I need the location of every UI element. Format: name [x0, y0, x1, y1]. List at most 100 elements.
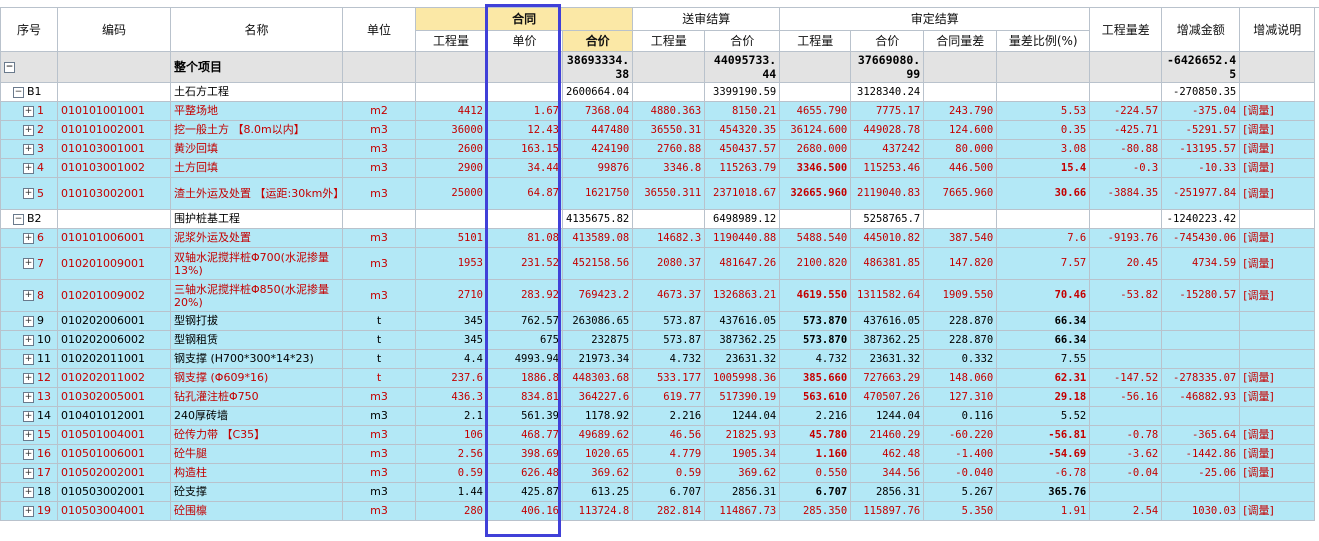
- cell-amount[interactable]: -46882.93: [1161, 387, 1241, 407]
- cell-ctotal[interactable]: 4135675.82: [561, 209, 634, 229]
- col-seq-header[interactable]: 序号: [0, 7, 58, 52]
- cell-stotal[interactable]: 44095733.44: [704, 51, 781, 83]
- cell-desc[interactable]: [调量]: [1239, 368, 1316, 388]
- cell-ctotal[interactable]: 1178.92: [561, 406, 634, 426]
- cell-aratio[interactable]: 365.76: [996, 482, 1091, 502]
- cell-amount[interactable]: -25.06: [1161, 463, 1241, 483]
- cell-amount[interactable]: -278335.07: [1161, 368, 1241, 388]
- cell-cqty[interactable]: 106: [415, 425, 487, 445]
- cell-unit[interactable]: m3: [342, 177, 416, 210]
- cell-aratio[interactable]: -56.81: [996, 425, 1091, 445]
- cell-qdiff[interactable]: [1089, 51, 1163, 83]
- table-row[interactable]: +1 010101001001 平整场地 m2 4412 1.67 7368.04 4880.…: [0, 101, 1316, 121]
- cell-sqty[interactable]: 14682.3: [632, 228, 706, 248]
- cell-adiff[interactable]: 127.310: [923, 387, 998, 407]
- cell-name[interactable]: 钻孔灌注桩Φ750: [170, 387, 343, 407]
- cell-atotal[interactable]: 387362.25: [850, 330, 925, 350]
- cell-code[interactable]: 010502002001: [57, 463, 171, 483]
- cell-atotal[interactable]: 3128340.24: [850, 82, 925, 102]
- cell-unit[interactable]: m3: [342, 158, 416, 178]
- cell-sqty[interactable]: 0.59: [632, 463, 706, 483]
- cell-desc[interactable]: [调量]: [1239, 444, 1316, 464]
- cell-desc[interactable]: [调量]: [1239, 387, 1316, 407]
- cell-unit[interactable]: m3: [342, 247, 416, 280]
- cell-seq[interactable]: +11: [0, 349, 58, 369]
- cell-aqty[interactable]: 573.870: [779, 330, 852, 350]
- cell-qdiff[interactable]: -3884.35: [1089, 177, 1163, 210]
- cell-aratio[interactable]: 66.34: [996, 330, 1091, 350]
- cell-aratio[interactable]: -6.78: [996, 463, 1091, 483]
- cell-aqty[interactable]: 2.216: [779, 406, 852, 426]
- cell-name[interactable]: 砼传力带 【C35】: [170, 425, 343, 445]
- cell-seq[interactable]: +18: [0, 482, 58, 502]
- cell-cqty[interactable]: 4412: [415, 101, 487, 121]
- col-change-desc-header[interactable]: 增减说明: [1239, 7, 1316, 52]
- table-row[interactable]: +2 010101002001 挖一般土方 【8.0m以内】 m3 36000 12.43…: [0, 120, 1316, 140]
- cell-name[interactable]: 砼牛腿: [170, 444, 343, 464]
- col-amount-change-header[interactable]: 增减金额: [1161, 7, 1241, 52]
- cell-aqty[interactable]: [779, 51, 852, 83]
- cell-sqty[interactable]: 282.814: [632, 501, 706, 521]
- cell-unit[interactable]: m3: [342, 387, 416, 407]
- cell-qdiff[interactable]: -53.82: [1089, 279, 1163, 312]
- col-app-ratio-header[interactable]: 量差比例(%): [996, 30, 1091, 52]
- cell-aqty[interactable]: 32665.960: [779, 177, 852, 210]
- expand-icon[interactable]: +: [23, 391, 34, 403]
- cell-code[interactable]: 010101002001: [57, 120, 171, 140]
- cell-atotal[interactable]: 37669080.99: [850, 51, 925, 83]
- cell-desc[interactable]: [调量]: [1239, 247, 1316, 280]
- cell-adiff[interactable]: [923, 209, 998, 229]
- cell-stotal[interactable]: 437616.05: [704, 311, 781, 331]
- cell-cprice[interactable]: [486, 82, 563, 102]
- cell-atotal[interactable]: 445010.82: [850, 228, 925, 248]
- cell-adiff[interactable]: -0.040: [923, 463, 998, 483]
- expand-icon[interactable]: +: [23, 232, 34, 244]
- cell-sqty[interactable]: 2760.88: [632, 139, 706, 159]
- cell-amount[interactable]: [1161, 406, 1241, 426]
- cell-atotal[interactable]: 727663.29: [850, 368, 925, 388]
- collapse-icon[interactable]: −: [13, 86, 24, 98]
- cell-stotal[interactable]: 1190440.88: [704, 228, 781, 248]
- cell-name[interactable]: 土方回填: [170, 158, 343, 178]
- cell-cprice[interactable]: 1886.8: [486, 368, 563, 388]
- expand-icon[interactable]: +: [23, 162, 34, 174]
- cell-ctotal[interactable]: 452158.56: [561, 247, 634, 280]
- cell-aqty[interactable]: 1.160: [779, 444, 852, 464]
- cell-unit[interactable]: m3: [342, 406, 416, 426]
- cell-aratio[interactable]: 66.34: [996, 311, 1091, 331]
- cell-sqty[interactable]: 4.732: [632, 349, 706, 369]
- cell-atotal[interactable]: 23631.32: [850, 349, 925, 369]
- cell-code[interactable]: 010501006001: [57, 444, 171, 464]
- cell-sqty[interactable]: 4880.363: [632, 101, 706, 121]
- cell-cqty[interactable]: 436.3: [415, 387, 487, 407]
- expand-icon[interactable]: +: [23, 448, 34, 460]
- expand-icon[interactable]: +: [23, 372, 34, 384]
- cell-sqty[interactable]: 573.87: [632, 311, 706, 331]
- cell-ctotal[interactable]: 1020.65: [561, 444, 634, 464]
- cell-ctotal[interactable]: 263086.65: [561, 311, 634, 331]
- cell-sqty[interactable]: 2.216: [632, 406, 706, 426]
- cell-adiff[interactable]: 148.060: [923, 368, 998, 388]
- cell-sqty[interactable]: 4.779: [632, 444, 706, 464]
- expand-icon[interactable]: +: [23, 290, 34, 301]
- cell-cqty[interactable]: 280: [415, 501, 487, 521]
- cell-qdiff[interactable]: 2.54: [1089, 501, 1163, 521]
- cell-desc[interactable]: [1239, 482, 1316, 502]
- table-row[interactable]: +9 010202006001 型钢打拔 t 345 762.57 263086.65 573…: [0, 311, 1316, 331]
- cell-cqty[interactable]: 2710: [415, 279, 487, 312]
- cell-adiff[interactable]: [923, 82, 998, 102]
- col-name-header[interactable]: 名称: [170, 7, 343, 52]
- cell-desc[interactable]: [调量]: [1239, 139, 1316, 159]
- cell-sqty[interactable]: [632, 82, 706, 102]
- cell-cqty[interactable]: 2900: [415, 158, 487, 178]
- table-row[interactable]: +5 010103002001 渣土外运及处置 【运距:30km外】 m3 25000 6…: [0, 177, 1316, 210]
- cell-adiff[interactable]: 243.790: [923, 101, 998, 121]
- cell-cqty[interactable]: 25000: [415, 177, 487, 210]
- cell-adiff[interactable]: [923, 51, 998, 83]
- cell-aratio[interactable]: 15.4: [996, 158, 1091, 178]
- cell-desc[interactable]: [1239, 311, 1316, 331]
- cell-cprice[interactable]: 406.16: [486, 501, 563, 521]
- cell-name[interactable]: 挖一般土方 【8.0m以内】: [170, 120, 343, 140]
- cell-cqty[interactable]: 36000: [415, 120, 487, 140]
- cell-ctotal[interactable]: 447480: [561, 120, 634, 140]
